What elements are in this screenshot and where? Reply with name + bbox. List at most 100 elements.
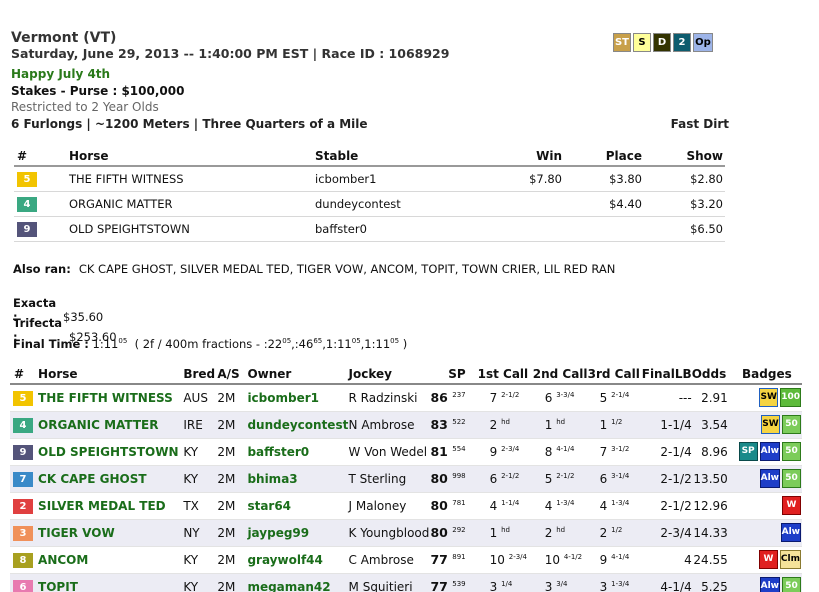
call-margin: hd [556,525,566,534]
call-margin: 2-3/4 [508,552,527,561]
owner-link[interactable]: baffster0 [247,438,349,466]
horse-name-link[interactable]: ANCOM [38,546,184,574]
jockey-name: N Ambrose [348,411,430,439]
call-position-value: 3 [489,579,498,592]
horse-age-sex: 2M [217,519,248,547]
badge-icon[interactable]: 50 [782,442,801,461]
fraction-3: ,1:11 [322,337,352,351]
field-pgm-cell: 8 [10,546,39,574]
also-ran-label: Also ran: [13,262,71,276]
horse-name-link[interactable]: SILVER MEDAL TED [38,492,184,520]
call-margin: 1/2 [611,417,623,426]
results-col-stable: Stable [315,146,505,167]
speed-figure-value: 77 [430,579,448,592]
badge-icon[interactable]: 100 [780,388,801,408]
fraction-3-sup: 05 [351,337,361,346]
final-time-line: Final Time : 1:1105 ( 2f / 400m fraction… [13,337,407,351]
field-col-odds: Odds [691,364,732,385]
badge-icon[interactable]: Alw [759,469,780,488]
owner-link[interactable]: icbomber1 [247,384,349,412]
call-margin: 1-3/4 [611,579,630,588]
call-position-value: 1 [599,417,608,432]
badge-icon[interactable]: SW [761,415,780,434]
horse-age-sex: 2M [217,411,248,439]
speed-figure-sup: 522 [452,417,466,426]
call-margin: 3-3/4 [556,390,575,399]
fraction-4: ,1:11 [360,337,391,351]
owner-link[interactable]: star64 [247,492,349,520]
badge-icon[interactable]: Alw [759,577,780,592]
jockey-name: C Ambrose [348,546,430,574]
owner-link[interactable]: megaman42 [247,573,349,592]
results-pgm-cell: 9 [14,216,69,242]
owner-link[interactable]: graywolf44 [247,546,349,574]
race-type-icon[interactable]: Op [693,33,713,52]
results-row: 4 ORGANIC MATTER dundeycontest $4.40 $3.20 [14,191,725,217]
results-col-win: Win [505,146,562,167]
race-type-icon[interactable]: ST [613,33,631,52]
odds-value: 14.33 [691,519,732,547]
call-margin: hd [501,525,510,534]
call-position-1: 9 2-3/4 [477,438,533,466]
badge-icon[interactable]: W [782,496,801,515]
horse-bred: IRE [183,411,218,439]
badge-icon[interactable]: Alw [759,442,780,461]
results-horse: THE FIFTH WITNESS [69,166,315,192]
call-position-value: 6 [544,390,553,405]
horse-name-link[interactable]: THE FIFTH WITNESS [38,384,184,412]
jockey-name: M Squitieri [348,573,430,592]
owner-link[interactable]: jaypeg99 [247,519,349,547]
badges-cell: Alw [731,519,802,547]
owner-link[interactable]: bhima3 [247,465,349,493]
horse-name-link[interactable]: OLD SPEIGHTSTOWN [38,438,184,466]
horse-name-link[interactable]: TOPIT [38,573,184,592]
badge-icon[interactable]: SW [759,388,779,408]
badge-icon[interactable]: 50 [782,415,801,434]
badge-icon[interactable]: Alw [780,523,801,542]
results-stable: dundeycontest [315,191,505,217]
call-margin: 4-1/2 [563,552,583,561]
badge-icon[interactable]: 50 [782,469,801,488]
race-type-icon[interactable]: S [633,33,651,52]
owner-link[interactable]: dundeycontest [247,411,349,439]
horse-name-link[interactable]: ORGANIC MATTER [38,411,184,439]
call-position-2: 6 3-3/4 [532,384,588,412]
badges-cell: W Clm [731,546,802,574]
field-row: 2 SILVER MEDAL TED TX 2M star64 J Maloney 80 7… [10,492,802,520]
horse-bred: TX [183,492,218,520]
horse-name-link[interactable]: CK CAPE GHOST [38,465,184,493]
program-number-badge: 7 [13,471,33,487]
final-margin: 1-1/4 [641,411,692,439]
horse-name-link[interactable]: TIGER VOW [38,519,184,547]
race-type-icon[interactable]: D [653,33,671,52]
badges-cell: SP Alw 50 [731,438,802,466]
race-date-line: Saturday, June 29, 2013 -- 1:40:00 PM ES… [11,46,450,61]
speed-figure: 80 292 [429,519,478,547]
race-type-icon[interactable]: 2 [673,33,691,52]
results-win [505,216,562,242]
field-row: 3 TIGER VOW NY 2M jaypeg99 K Youngblood 80 292… [10,519,802,547]
badge-icon[interactable]: W [758,550,778,569]
final-margin: 2-1/2 [641,492,692,520]
call-margin: 1/2 [611,525,623,534]
field-table: # Horse Bred A/S Owner Jockey SP 1st Cal… [10,364,802,592]
field-col-horse: Horse [38,364,184,385]
badge-icon[interactable]: SP [738,442,758,461]
speed-figure: 80 781 [429,492,478,520]
results-header-row: # Horse Stable Win Place Show [14,146,725,167]
program-number-badge: 9 [17,221,37,237]
horse-age-sex: 2M [217,465,248,493]
badge-icon[interactable]: Clm [779,550,801,569]
call-position-value: 5 [599,390,608,405]
call-position-2: 4 1-3/4 [532,492,588,520]
call-position-2: 3 3/4 [532,573,588,592]
speed-figure: 86 237 [429,384,478,412]
call-margin: 2-1/2 [501,471,520,480]
call-position-3: 7 3-1/2 [587,438,642,466]
call-position-value: 6 [489,471,498,486]
horse-age-sex: 2M [217,384,248,412]
call-position-value: 9 [599,552,608,567]
horse-bred: KY [183,546,218,574]
badge-icon[interactable]: 50 [782,577,801,592]
final-margin: 4 [641,546,692,574]
